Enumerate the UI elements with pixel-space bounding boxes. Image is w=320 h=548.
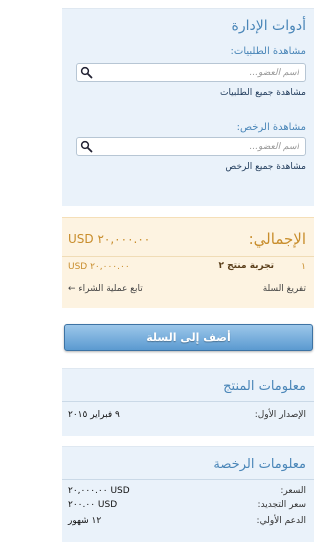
support-label: الدعم الأولي: [256,516,306,526]
renewal-value: USD ٢٠٠.٠٠ [68,500,118,510]
empty-cart-link[interactable]: تفريغ السلة [263,284,306,294]
cart-item-index: ١ [301,262,306,272]
view-all-orders-link[interactable]: مشاهدة جميع الطلبيات [220,88,306,98]
licenses-search-box [76,137,306,156]
search-icon[interactable] [80,140,93,153]
support-value: ١٢ شهور [68,516,102,526]
search-icon[interactable] [80,66,93,79]
checkout-link[interactable]: تابع عملية الشراء ← [68,284,143,294]
cart-total-label: الإجمالي: [248,230,306,248]
renewal-label: سعر التجديد: [257,500,306,510]
admin-tools-title: أدوات الإدارة [231,18,307,34]
license-info-title: معلومات الرخصة [213,457,306,472]
orders-search-label: مشاهدة الطلبيات: [230,46,306,57]
cart-panel: الإجمالي: USD ٢٠,٠٠٠.٠٠ ١ تجربة منتج ٢ U… [62,217,314,308]
product-info-title: معلومات المنتج [223,379,306,394]
orders-search-box [76,63,306,82]
cart-item-price: USD ٢٠,٠٠٠.٠٠ [68,262,130,272]
view-all-licenses-link[interactable]: مشاهدة جميع الرخص [225,162,306,172]
price-value: USD ٢٠,٠٠٠.٠٠ [68,486,130,496]
product-info-panel: معلومات المنتج الإصدار الأول: ٩ فبراير ٢… [62,368,314,436]
cart-divider [62,256,314,257]
admin-tools-panel: أدوات الإدارة مشاهدة الطلبيات: مشاهدة جم… [62,8,314,206]
cart-item-name[interactable]: تجربة منتج ٢ [219,261,274,271]
licenses-search-label: مشاهدة الرخص: [236,122,306,133]
license-info-panel: معلومات الرخصة السعر: USD ٢٠,٠٠٠.٠٠ سعر … [62,446,314,542]
release-label: الإصدار الأول: [254,410,306,420]
cart-total-value: USD ٢٠,٠٠٠.٠٠ [68,232,151,246]
orders-search-input[interactable] [109,65,299,80]
release-value: ٩ فبراير ٢٠١٥ [68,410,120,420]
add-to-cart-button[interactable]: أضف إلى السلة [64,324,313,351]
product-info-divider [62,401,314,402]
licenses-search-input[interactable] [109,139,299,154]
license-info-divider [62,479,314,480]
sidebar: أدوات الإدارة مشاهدة الطلبيات: مشاهدة جم… [42,0,320,548]
price-label: السعر: [280,486,306,496]
